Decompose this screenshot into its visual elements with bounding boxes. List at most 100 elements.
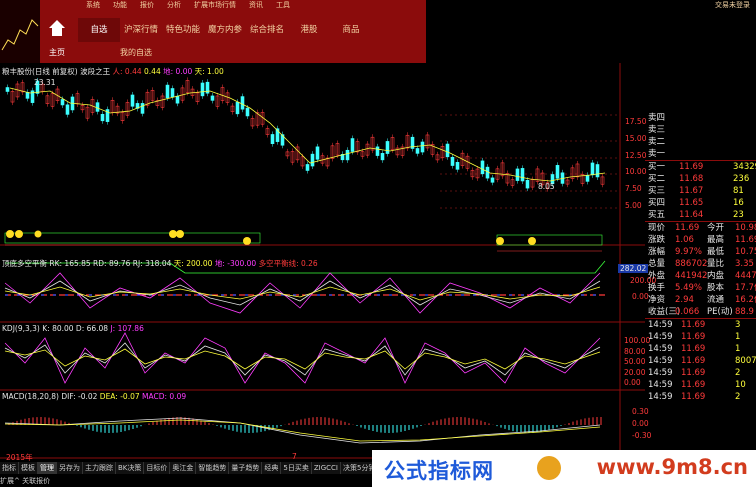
indicator-tab[interactable]: 指标 [0,462,19,474]
related-quote-button[interactable]: 关联报价 [22,477,50,485]
indicator-tab[interactable]: 目标价 [144,462,171,474]
stat-row[interactable]: 净资 2.94 流通 16.2亿 [645,294,756,306]
indicator-tab[interactable]: 量子趋势 [229,462,263,474]
ask-row[interactable]: 卖一 [645,148,756,160]
bid-row[interactable]: 买二 11.68 236 [645,173,756,185]
stat-row[interactable]: 涨幅 9.97% 最低 10.75 [645,246,756,258]
price-tick: 15.00 [625,133,647,143]
stat-row[interactable]: 总量 886702 量比 3.35 [645,258,756,270]
stat-row[interactable]: 现价 11.69 今开 10.98 [645,222,756,234]
low-price-label: 8.05 [538,182,555,191]
tick-row[interactable]: 14:59 11.69 2 [645,391,756,403]
tab-commodity[interactable]: 商品 [330,18,372,42]
menu-quote[interactable]: 报价 [140,0,154,10]
login-status[interactable]: 交易未登录 [715,0,750,10]
indicator-tab[interactable]: 经典 [262,462,282,474]
balance-title: 顶底多空平衡 [2,259,47,268]
menu-news[interactable]: 资讯 [249,0,263,10]
tick-time: 14:59 [648,320,673,330]
tick-row[interactable]: 14:59 11.69 1 [645,331,756,343]
macd-title-row: MACD(18,20,8) DIF: -0.02 DEA: -0.07 MACD… [2,392,186,401]
stat-value: 3.35 [735,259,754,269]
stat-value: 10.98 [735,223,756,233]
menu-tools[interactable]: 工具 [276,0,290,10]
stat-label: 现价 [648,223,666,233]
tab-hk[interactable]: 港股 [288,18,330,42]
tick-row[interactable]: 14:59 11.69 10 [645,379,756,391]
macd-histogram [8,417,602,433]
stat-value: 10.75 [735,247,756,257]
bid-volume: 81 [733,186,744,196]
tick-row[interactable]: 14:59 11.69 3 [645,319,756,331]
indicator-tab[interactable]: 主力跟踪 [83,462,116,474]
bid-label: 买三 [648,186,666,196]
coin-logo-icon [537,456,561,480]
stat-value: 44476 [735,271,756,281]
bid-price: 11.64 [679,210,704,220]
tick-row[interactable]: 14:59 11.69 1 [645,343,756,355]
ask-row[interactable]: 卖四 [645,112,756,124]
indicator-tab[interactable]: 奥江金 [170,462,197,474]
indicator-tab[interactable]: ZIGCCI [311,462,341,474]
stat-value: 0.066 [675,307,700,317]
balance-box: 282.02 [618,264,649,273]
indicator-tab[interactable]: 5日买卖 [281,462,312,474]
bid-volume: 23 [733,210,744,220]
my-watchlist-link[interactable]: 我的自选 [120,47,152,58]
tick-volume: 10 [735,380,746,390]
balance-di: 地: -300.00 [214,259,257,268]
stat-label: 总量 [648,259,666,269]
home-icon [49,20,65,36]
bid-label: 买一 [648,162,666,172]
bid-row[interactable]: 买五 11.64 23 [645,209,756,221]
tick-time: 14:59 [648,332,673,342]
menu-ext-market[interactable]: 扩展市场行情 [194,0,236,10]
price-tick: 17.50 [625,117,647,126]
stat-value: 5.49% [675,283,703,293]
tab-special[interactable]: 特色功能 [162,18,204,42]
ask-row[interactable]: 卖三 [645,124,756,136]
tick-row[interactable]: 14:59 11.69 2 [645,367,756,379]
tick-time: 14:59 [648,380,673,390]
signal-ren: 人: 0.44 [112,67,142,76]
bid-volume: 34329 [733,162,756,172]
tab-watchlist[interactable]: 自选 [78,18,120,42]
stat-row[interactable]: 涨跌 1.06 最高 11.69 [645,234,756,246]
indicator-tab[interactable]: 模板 [19,462,38,474]
tick-row[interactable]: 14:59 11.69 8007 [645,355,756,367]
bid-price: 11.67 [679,186,704,196]
menu-system[interactable]: 系统 [86,0,100,10]
indicator-tab[interactable]: 智能趋势 [196,462,230,474]
tab-insider[interactable]: 魔方内参 [204,18,246,42]
ask-label: 卖二 [648,137,666,147]
stat-label: 量比 [707,259,725,269]
stat-row[interactable]: 外盘 441942内盘 44476 [645,270,756,282]
stat-row[interactable]: 收益(三) 0.066 PE(动) 88.9 [645,306,756,318]
stat-value: 11.69 [735,235,756,245]
expand-button[interactable]: 扩展^ [0,477,20,485]
stat-label: PE(动) [707,307,733,317]
bid-row[interactable]: 买一 11.69 34329 [645,161,756,173]
tab-ranking[interactable]: 综合排名 [246,18,288,42]
stat-label: 涨幅 [648,247,666,257]
menu-bar: 系统 功能 报价 分析 扩展市场行情 资讯 工具 [86,0,290,10]
bid-row[interactable]: 买三 11.67 81 [645,185,756,197]
menu-analysis[interactable]: 分析 [167,0,181,10]
balance-tian: 天: 200.00 [173,259,213,268]
stat-value: 886702 [675,259,708,269]
home-button[interactable]: 主页 [40,14,74,62]
indicator-tab[interactable]: 管理 [38,462,57,474]
bid-row[interactable]: 买四 11.65 16 [645,197,756,209]
tick-price: 11.69 [681,320,706,330]
tick-time: 14:59 [648,356,673,366]
indicator-tab[interactable]: BK决策 [116,462,145,474]
tab-shsz[interactable]: 沪深行情 [120,18,162,42]
tick-price: 11.69 [681,332,706,342]
kdj-panel [4,332,601,384]
tick-price: 11.69 [681,368,706,378]
stat-row[interactable]: 换手 5.49% 股本 17.7亿 [645,282,756,294]
indicator-tab[interactable]: 另存为 [57,462,83,474]
menu-function[interactable]: 功能 [113,0,127,10]
watermark-text: 公式指标网 [384,459,494,483]
ask-row[interactable]: 卖二 [645,136,756,148]
